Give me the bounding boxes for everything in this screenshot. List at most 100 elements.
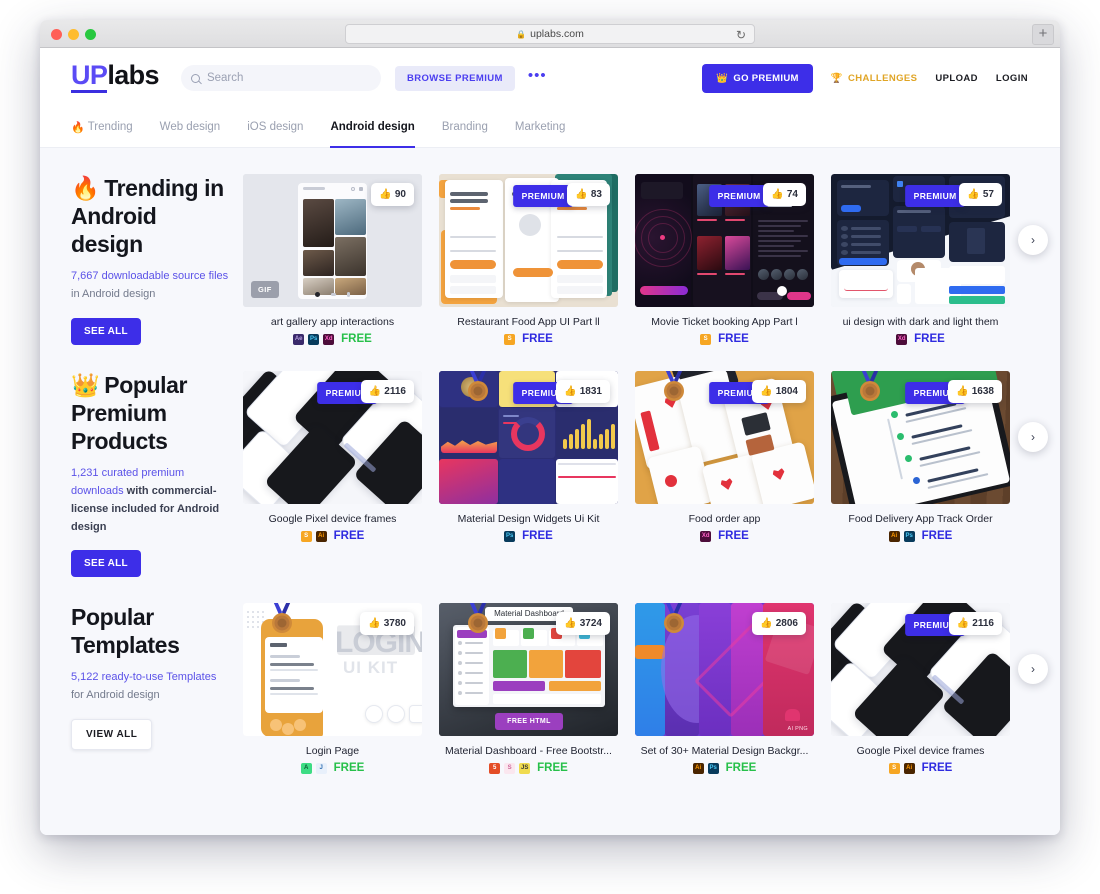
card-title[interactable]: Material Dashboard - Free Bootstr... bbox=[439, 745, 618, 757]
card-title[interactable]: Movie Ticket booking App Part l bbox=[635, 316, 814, 328]
carousel-next-button[interactable]: › bbox=[1018, 422, 1048, 452]
card-title[interactable]: Food order app bbox=[635, 513, 814, 525]
chevron-right-icon: › bbox=[1031, 662, 1035, 677]
card-thumbnail[interactable]: Material Dashboard FREE HTML 👍 3724 bbox=[439, 603, 618, 737]
search-input[interactable] bbox=[206, 72, 371, 84]
product-card[interactable]: PREMIUM 👍 83 Restaurant Food App UI Part ll… bbox=[439, 174, 618, 345]
card-thumbnail[interactable]: PREMIUM 👍 2116 bbox=[243, 371, 422, 504]
price-label: FREE bbox=[333, 762, 365, 775]
card-title[interactable]: Google Pixel device frames bbox=[831, 745, 1010, 757]
close-window-button[interactable] bbox=[51, 29, 62, 40]
premium-badge: PREMIUM bbox=[512, 185, 574, 207]
maximize-window-button[interactable] bbox=[85, 29, 96, 40]
tab-marketing[interactable]: Marketing bbox=[515, 108, 566, 148]
card-title[interactable]: Restaurant Food App UI Part ll bbox=[439, 316, 618, 328]
card-thumbnail[interactable]: PREMIUM 👍 74 bbox=[635, 174, 814, 307]
product-card[interactable]: PREMIUM 👍 2116 Google Pixel device frames S A… bbox=[831, 603, 1010, 774]
uplabs-logo[interactable]: UP labs bbox=[71, 62, 160, 93]
likes-badge[interactable]: 👍 2116 bbox=[360, 380, 414, 403]
file-format-icon: S bbox=[300, 530, 312, 542]
card-title[interactable]: Material Design Widgets Ui Kit bbox=[439, 513, 618, 525]
thumbs-up-icon: 👍 bbox=[368, 386, 382, 397]
view-all-button[interactable]: VIEW ALL bbox=[71, 719, 153, 751]
product-card[interactable]: PREMIUM 👍 1804 Food order app Xd FREE bbox=[635, 371, 814, 577]
go-premium-button[interactable]: 👑 GO PREMIUM bbox=[702, 63, 813, 93]
section-subtitle-highlight[interactable]: 5,122 ready-to-use Templates bbox=[71, 671, 216, 683]
tab-android-design[interactable]: Android design bbox=[330, 108, 415, 148]
lock-icon: 🔒 bbox=[516, 29, 527, 39]
thumbs-up-icon: 👍 bbox=[575, 189, 588, 200]
product-card[interactable]: PREMIUM 👍 57 ui design with dark and light … bbox=[831, 174, 1010, 345]
likes-badge[interactable]: 👍 1804 bbox=[752, 380, 806, 403]
likes-badge[interactable]: 👍 1831 bbox=[556, 380, 610, 403]
tab-trending[interactable]: 🔥 Trending bbox=[71, 108, 133, 148]
see-all-button[interactable]: SEE ALL bbox=[71, 317, 141, 345]
likes-badge[interactable]: 👍 2116 bbox=[948, 612, 1002, 636]
card-title[interactable]: Login Page bbox=[243, 745, 422, 757]
product-card[interactable]: PREMIUM 👍 1638 Food Delivery App Track Orde… bbox=[831, 371, 1010, 577]
card-thumbnail[interactable]: 👍 90 GIF bbox=[243, 174, 422, 307]
card-thumbnail[interactable]: PREMIUM 👍 83 bbox=[439, 174, 618, 307]
card-title[interactable]: Google Pixel device frames bbox=[243, 513, 422, 525]
product-card[interactable]: Material Dashboard FREE HTML 👍 3724 Material… bbox=[439, 603, 618, 774]
likes-badge[interactable]: 👍 90 bbox=[371, 183, 414, 206]
carousel-next-button[interactable]: › bbox=[1018, 654, 1048, 685]
tab-label: Marketing bbox=[514, 121, 566, 133]
product-card[interactable]: PREMIUM 👍 74 Movie Ticket booking App Part … bbox=[635, 174, 814, 345]
section-subtitle-rest: in Android design bbox=[71, 287, 156, 300]
likes-badge[interactable]: 👍 2806 bbox=[752, 612, 806, 636]
product-card[interactable]: PREMIUM 👍 2116 Google Pixel device frames S A… bbox=[243, 371, 422, 577]
likes-badge[interactable]: 👍 74 bbox=[763, 183, 806, 206]
challenges-link[interactable]: 🏆 CHALLENGES bbox=[831, 73, 918, 84]
likes-count: 1804 bbox=[775, 386, 798, 397]
tab-label: Trending bbox=[87, 121, 133, 133]
price-label: FREE bbox=[522, 530, 553, 542]
header-actions: 👑 GO PREMIUM 🏆 CHALLENGES UPLOAD LOGIN bbox=[702, 63, 1028, 93]
card-thumbnail[interactable]: PREMIUM 👍 57 bbox=[831, 174, 1010, 307]
card-thumbnail[interactable]: PREMIUM 👍 1831 bbox=[439, 371, 618, 504]
section-subtitle-highlight[interactable]: 7,667 downloadable source files bbox=[71, 270, 228, 282]
card-title[interactable]: ui design with dark and light them bbox=[831, 316, 1010, 328]
likes-count: 2116 bbox=[384, 386, 406, 397]
likes-badge[interactable]: 👍 83 bbox=[567, 183, 610, 206]
likes-badge[interactable]: 👍 57 bbox=[959, 183, 1002, 206]
price-label: FREE bbox=[537, 762, 568, 775]
product-card[interactable]: 👍 90 GIF art gallery app interactions Ae Ps Xd… bbox=[243, 174, 422, 345]
new-tab-button[interactable]: + bbox=[1032, 24, 1054, 45]
logo-up-text: UP bbox=[71, 62, 108, 93]
reload-icon[interactable]: ↻ bbox=[736, 27, 746, 43]
login-link[interactable]: LOGIN bbox=[996, 73, 1028, 84]
price-label: FREE bbox=[914, 333, 945, 345]
card-title[interactable]: Set of 30+ Material Design Backgr... bbox=[635, 745, 814, 757]
address-bar[interactable]: 🔒 uplabs.com ↻ bbox=[345, 24, 755, 44]
price-label: FREE bbox=[725, 762, 757, 775]
search-box[interactable] bbox=[180, 65, 381, 91]
browse-premium-button[interactable]: BROWSE PREMIUM bbox=[394, 65, 515, 91]
minimize-window-button[interactable] bbox=[68, 29, 79, 40]
card-meta: S Ai FREE bbox=[831, 762, 1010, 774]
carousel-next-button[interactable]: › bbox=[1018, 225, 1048, 255]
site-header: UPlabs BROWSE PREMIUM ••• 👑 GO PREMIUM 🏆… bbox=[40, 48, 1060, 108]
tab-branding[interactable]: Branding bbox=[442, 108, 488, 148]
card-thumbnail[interactable]: PREMIUM 👍 2116 bbox=[831, 603, 1010, 737]
likes-count: 1638 bbox=[971, 386, 994, 397]
product-card[interactable]: PREMIUM 👍 1831 Material Design Widgets Ui K… bbox=[439, 371, 618, 577]
card-thumbnail[interactable]: AI PNG 👍 2806 bbox=[635, 603, 814, 737]
card-thumbnail[interactable]: PREMIUM 👍 1638 bbox=[831, 371, 1010, 504]
tab-ios-design[interactable]: iOS design bbox=[247, 108, 303, 148]
section-subtitle-rest: for Android design bbox=[71, 689, 160, 702]
product-card[interactable]: LOGIN UI KIT 👍 3780 Login Page A J FREE bbox=[243, 603, 422, 774]
likes-badge[interactable]: 👍 3724 bbox=[556, 612, 610, 636]
more-menu-icon[interactable]: ••• bbox=[528, 68, 547, 86]
card-title[interactable]: art gallery app interactions bbox=[243, 316, 422, 328]
tab-web-design[interactable]: Web design bbox=[160, 108, 221, 148]
upload-link[interactable]: UPLOAD bbox=[935, 73, 978, 84]
card-thumbnail[interactable]: LOGIN UI KIT 👍 3780 bbox=[243, 603, 422, 737]
product-card[interactable]: AI PNG 👍 2806 Set of 30+ Material Design Ba… bbox=[635, 603, 814, 774]
see-all-button[interactable]: SEE ALL bbox=[71, 550, 141, 578]
likes-badge[interactable]: 👍 3780 bbox=[360, 612, 414, 636]
card-thumbnail[interactable]: PREMIUM 👍 1804 bbox=[635, 371, 814, 504]
file-format-icon: S bbox=[888, 762, 900, 774]
likes-badge[interactable]: 👍 1638 bbox=[948, 380, 1002, 403]
card-title[interactable]: Food Delivery App Track Order bbox=[831, 513, 1010, 525]
